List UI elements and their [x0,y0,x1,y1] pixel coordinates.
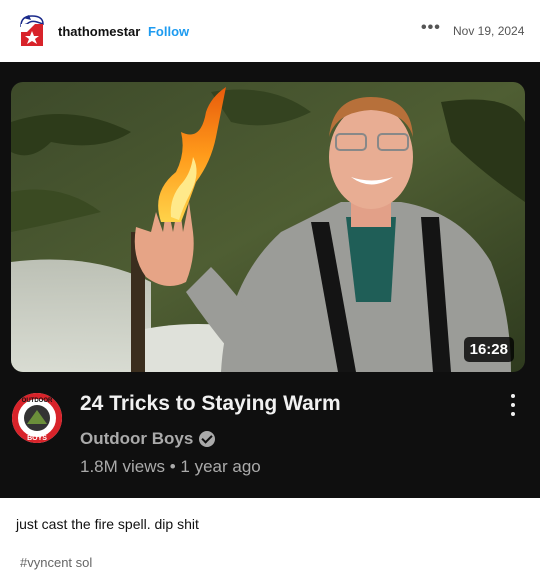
avatar[interactable] [17,14,47,48]
video-card: 16:28 OUTDOOR BOYS 24 Tricks to Staying … [0,62,540,498]
more-horizontal-icon[interactable]: ••• [421,19,441,37]
username-text[interactable]: thathomestar [58,24,140,39]
video-duration: 16:28 [463,337,514,362]
verified-icon [199,431,216,447]
follow-button[interactable]: Follow [148,24,189,39]
logo-text-top: OUTDOOR [22,398,53,404]
video-thumbnail[interactable]: 16:28 [11,82,525,372]
post-header: thathomestar Follow ••• Nov 19, 2024 [0,0,540,62]
username[interactable]: thathomestar Follow [58,24,189,39]
channel-logo[interactable]: OUTDOOR BOYS [11,392,63,444]
post-tag[interactable]: #vyncent sol [20,555,92,570]
channel-name-row[interactable]: Outdoor Boys [80,429,216,449]
post-date: Nov 19, 2024 [453,24,525,38]
post-caption: just cast the fire spell. dip shit [16,516,199,532]
logo-text-bottom: BOYS [27,435,47,442]
video-meta: 1.8M views • 1 year ago [80,457,261,476]
more-vertical-icon[interactable] [508,394,518,420]
thumbnail-image [11,82,525,372]
video-title[interactable]: 24 Tricks to Staying Warm [80,392,341,416]
channel-name[interactable]: Outdoor Boys [80,429,193,449]
